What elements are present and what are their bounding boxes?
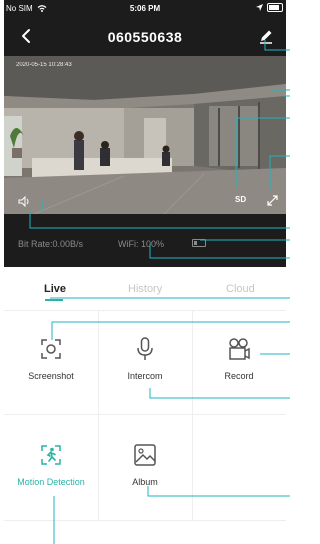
grid-divider <box>4 414 286 415</box>
active-tab-indicator <box>45 299 63 301</box>
location-arrow-icon <box>256 4 263 11</box>
video-timestamp: 2020-05-15 10:28:43 <box>16 62 72 68</box>
stream-info-bar: Bit Rate:0.00B/s WiFi: 100% <box>4 214 286 267</box>
motion-detection-label: Motion Detection <box>17 477 85 487</box>
edit-pencil-icon[interactable] <box>258 28 274 44</box>
view-tabs: Live History Cloud <box>4 278 286 304</box>
motion-detection-button[interactable]: Motion Detection <box>4 442 98 487</box>
screenshot-button[interactable]: Screenshot <box>4 336 98 381</box>
camera-battery-icon <box>192 239 206 247</box>
fullscreen-expand-icon[interactable] <box>267 195 278 206</box>
record-icon <box>229 338 250 360</box>
microphone-icon <box>137 337 153 360</box>
record-button[interactable]: Record <box>192 336 286 381</box>
screenshot-icon <box>41 339 61 359</box>
album-button[interactable]: Album <box>98 442 192 487</box>
status-bar: No SIM 5:06 PM <box>4 0 286 18</box>
device-id-title: 060550638 <box>107 29 183 45</box>
album-icon <box>134 444 156 466</box>
album-label: Album <box>132 477 158 487</box>
bit-rate-label: Bit Rate:0.00B/s <box>18 239 84 249</box>
tab-live[interactable]: Live <box>44 283 66 295</box>
intercom-button[interactable]: Intercom <box>98 336 192 381</box>
screenshot-label: Screenshot <box>28 371 74 381</box>
grid-divider <box>4 310 286 311</box>
office-scene-image <box>4 56 286 214</box>
live-video-feed[interactable]: 2020-05-15 10:28:43 SD <box>4 56 286 214</box>
speaker-volume-icon[interactable] <box>18 196 31 207</box>
battery-icon <box>267 3 283 12</box>
wifi-strength-label: WiFi: 100% <box>118 239 165 249</box>
intercom-label: Intercom <box>127 371 163 381</box>
tab-cloud[interactable]: Cloud <box>226 283 255 295</box>
tab-history[interactable]: History <box>128 283 162 295</box>
record-label: Record <box>224 371 254 381</box>
nav-bar: 060550638 <box>4 18 286 56</box>
status-right <box>256 3 283 12</box>
motion-detection-icon <box>41 445 61 465</box>
quality-toggle-button[interactable]: SD <box>235 195 246 204</box>
grid-divider <box>4 520 286 521</box>
status-time: 5:06 PM <box>129 4 161 13</box>
